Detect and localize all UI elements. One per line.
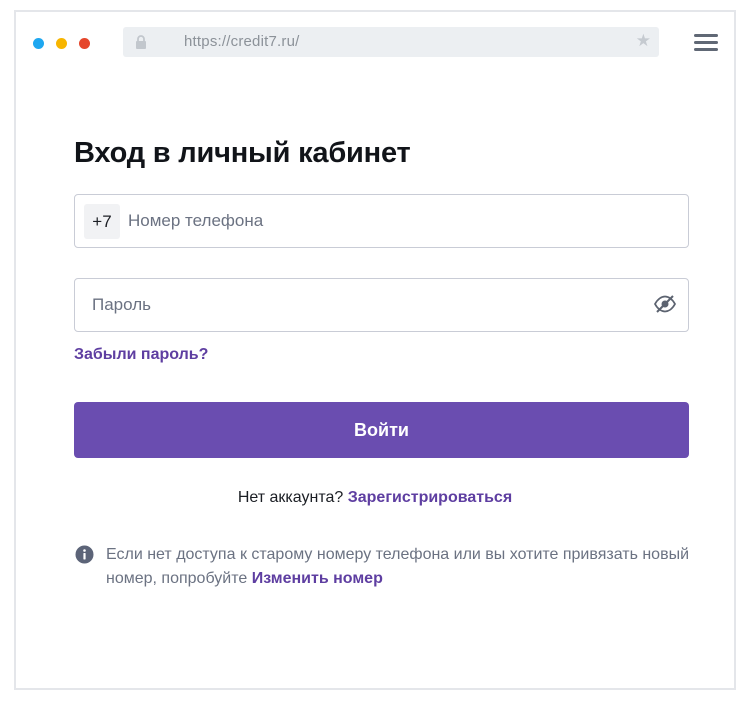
info-message: Если нет доступа к старому номеру телефо… (106, 543, 716, 591)
eye-off-icon[interactable] (653, 295, 677, 318)
password-field[interactable] (74, 278, 689, 332)
hamburger-menu-icon[interactable] (694, 34, 718, 52)
star-icon[interactable]: ★ (636, 32, 651, 49)
register-prompt: Нет аккаунта? (237, 489, 344, 506)
lock-icon (135, 35, 147, 54)
info-text: Если нет доступа к старому номеру телефо… (106, 546, 690, 587)
register-link[interactable]: Зарегистрироваться (348, 489, 512, 506)
change-number-link[interactable]: Изменить номер (252, 570, 383, 587)
phone-input[interactable] (128, 209, 668, 233)
forgot-password-link[interactable]: Забыли пароль? (74, 346, 208, 364)
url-text[interactable]: https://credit7.ru/ (184, 33, 300, 50)
phone-prefix: +7 (84, 204, 120, 239)
login-button[interactable]: Войти (74, 402, 689, 458)
window-dot-red (79, 38, 90, 49)
browser-window: https://credit7.ru/ ★ Вход в личный каби… (14, 10, 736, 690)
password-input[interactable] (92, 293, 632, 317)
info-icon (75, 545, 94, 569)
window-dot-blue (33, 38, 44, 49)
phone-field[interactable]: +7 (74, 194, 689, 248)
register-row: Нет аккаунта? Зарегистрироваться (16, 489, 734, 507)
page-title: Вход в личный кабинет (74, 137, 411, 169)
window-dot-yellow (56, 38, 67, 49)
address-bar[interactable]: https://credit7.ru/ ★ (123, 27, 659, 57)
